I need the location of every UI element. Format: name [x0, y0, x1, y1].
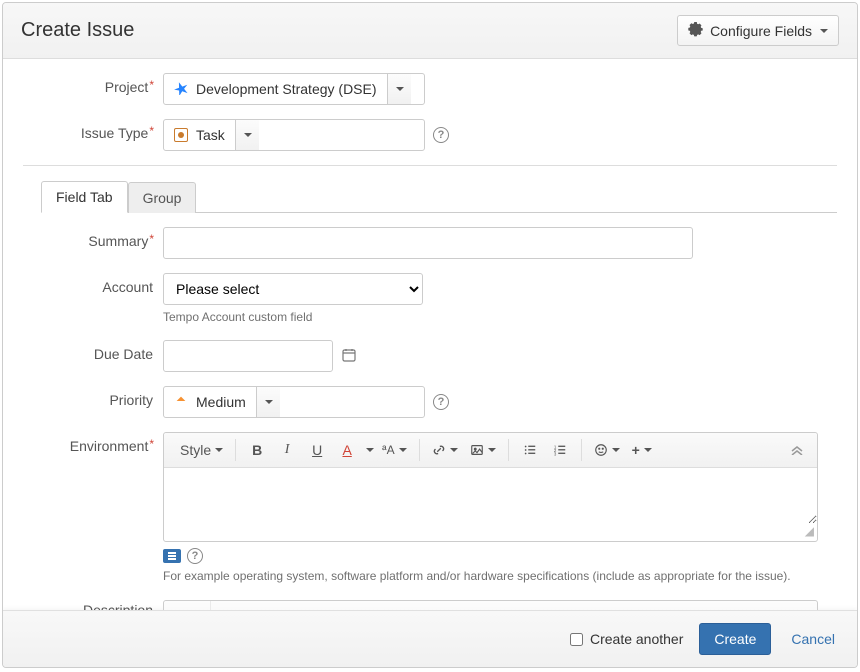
account-hint: Tempo Account custom field	[163, 309, 312, 326]
environment-textarea[interactable]	[164, 468, 817, 524]
dialog-header: Create Issue Configure Fields	[3, 3, 857, 59]
rte-toolbar-description: ··· ·	[164, 601, 817, 610]
priority-value: Medium	[196, 394, 246, 410]
rte-style-label: Style	[180, 442, 211, 458]
configure-fields-label: Configure Fields	[710, 23, 812, 39]
label-issue-type: Issue Type	[23, 119, 163, 141]
bullet-list-icon[interactable]	[517, 437, 543, 463]
chevron-down-icon	[644, 448, 652, 452]
help-icon[interactable]: ?	[433, 394, 449, 410]
project-select[interactable]: Development Strategy (DSE)	[163, 73, 425, 105]
insert-more-icon[interactable]: +	[628, 437, 656, 463]
create-button[interactable]: Create	[699, 623, 771, 655]
svg-text:3: 3	[553, 452, 556, 457]
row-account: Account Please select Tempo Account cust…	[23, 273, 837, 326]
label-priority: Priority	[23, 386, 163, 408]
text-color-icon[interactable]: A	[334, 437, 360, 463]
emoji-icon[interactable]	[590, 437, 624, 463]
issue-type-caret[interactable]	[235, 120, 259, 150]
chevron-down-icon	[488, 448, 496, 452]
description-editor-cut: ··· ·	[163, 600, 818, 610]
toolbar-separator	[581, 439, 582, 461]
help-icon[interactable]: ?	[433, 127, 449, 143]
field-tabs: Field Tab Group	[41, 180, 837, 213]
rte-toolbar: Style B I U A ªA	[164, 433, 817, 468]
toolbar-separator	[508, 439, 509, 461]
chevron-down-icon	[244, 133, 252, 137]
cancel-button[interactable]: Cancel	[787, 625, 839, 653]
issue-type-value: Task	[196, 127, 225, 143]
collapse-toolbar-icon[interactable]	[789, 442, 811, 458]
bold-icon[interactable]: ·	[219, 600, 245, 610]
calendar-icon[interactable]	[341, 347, 357, 366]
due-date-input[interactable]	[163, 340, 333, 372]
rte-style-button[interactable]: ···	[176, 600, 202, 610]
create-issue-dialog: Create Issue Configure Fields Project	[2, 2, 858, 668]
row-description: Description ··· ·	[23, 600, 837, 610]
issue-type-select[interactable]: Task	[163, 119, 425, 151]
label-summary: Summary	[23, 227, 163, 249]
chevron-down-icon	[396, 87, 404, 91]
account-select[interactable]: Please select	[163, 273, 423, 305]
create-another-checkbox[interactable]: Create another	[566, 630, 683, 649]
dialog-body: Project Development Strategy (DSE)	[3, 59, 857, 610]
project-icon	[174, 81, 188, 98]
chevron-down-icon	[215, 448, 223, 452]
row-environment: Environment Style B I	[23, 432, 837, 585]
label-project: Project	[23, 73, 163, 95]
tab-group[interactable]: Group	[128, 182, 197, 213]
rte-style-button[interactable]: Style	[176, 437, 227, 463]
numbered-list-icon[interactable]: 123	[547, 437, 573, 463]
chevron-down-icon	[450, 448, 458, 452]
dialog-title: Create Issue	[21, 19, 134, 42]
task-icon	[174, 128, 188, 142]
label-due-date: Due Date	[23, 340, 163, 362]
row-project: Project Development Strategy (DSE)	[23, 73, 837, 105]
row-issue-type: Issue Type Task ?	[23, 119, 837, 151]
label-description: Description	[23, 600, 163, 610]
chevron-down-icon	[366, 448, 374, 452]
italic-icon[interactable]: I	[274, 437, 300, 463]
help-icon[interactable]: ?	[187, 548, 203, 564]
priority-medium-icon	[174, 394, 188, 411]
summary-input[interactable]	[163, 227, 693, 259]
chevron-down-icon	[399, 448, 407, 452]
project-caret[interactable]	[387, 74, 411, 104]
environment-hint: For example operating system, software p…	[163, 568, 791, 585]
image-icon[interactable]	[466, 437, 500, 463]
more-format-icon[interactable]: ªA	[378, 437, 410, 463]
fullscreen-icon[interactable]	[163, 549, 181, 563]
chevron-down-icon	[820, 29, 828, 33]
tab-field-tab[interactable]: Field Tab	[41, 181, 128, 213]
row-due-date: Due Date	[23, 340, 837, 372]
environment-editor: Style B I U A ªA	[163, 432, 818, 542]
chevron-down-icon	[612, 448, 620, 452]
dialog-footer: Create another Create Cancel	[3, 610, 857, 667]
chevron-down-icon	[265, 400, 273, 404]
resize-handle[interactable]: ◢	[164, 524, 817, 541]
underline-icon[interactable]: U	[304, 437, 330, 463]
gear-icon	[688, 21, 704, 40]
configure-fields-button[interactable]: Configure Fields	[677, 15, 839, 46]
project-value: Development Strategy (DSE)	[196, 81, 377, 97]
toolbar-separator	[210, 600, 211, 610]
row-summary: Summary	[23, 227, 837, 259]
label-account: Account	[23, 273, 163, 295]
create-another-label: Create another	[590, 631, 683, 647]
link-icon[interactable]	[428, 437, 462, 463]
separator	[23, 165, 837, 166]
bold-icon[interactable]: B	[244, 437, 270, 463]
row-priority: Priority Medium ?	[23, 386, 837, 418]
toolbar-separator	[235, 439, 236, 461]
label-environment: Environment	[23, 432, 163, 454]
create-another-input[interactable]	[570, 633, 583, 646]
priority-select[interactable]: Medium	[163, 386, 425, 418]
priority-caret[interactable]	[256, 387, 280, 417]
toolbar-separator	[419, 439, 420, 461]
